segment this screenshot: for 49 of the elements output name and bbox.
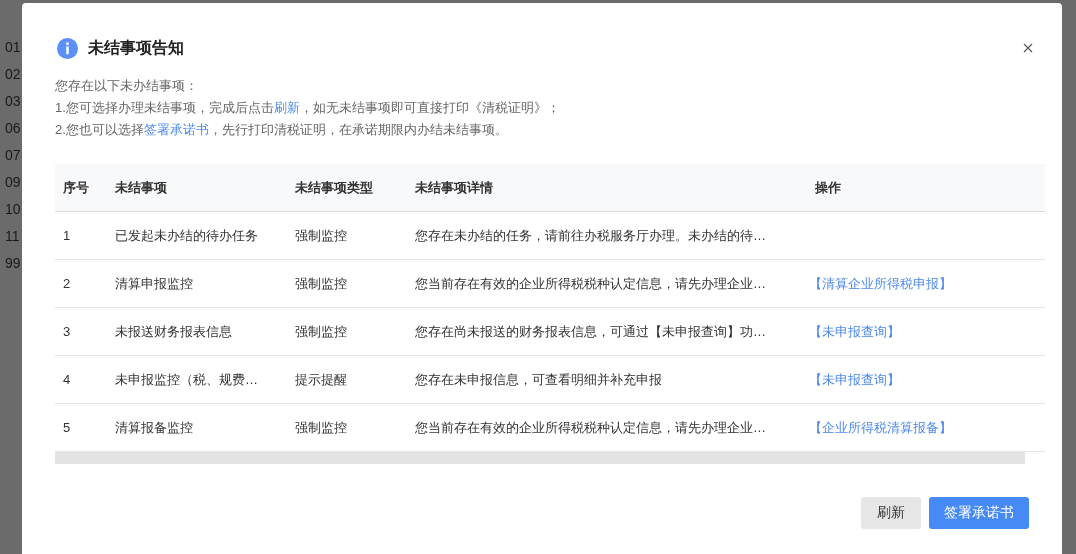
table-cell-text: 5: [62, 420, 72, 435]
table-cell-text: 1: [62, 228, 72, 243]
column-header: 未结事项类型: [295, 178, 374, 197]
table-cell-text: 您存在尚未报送的财务报表信息，可通过【未申报查询】功…: [415, 322, 767, 341]
table-cell-text: 清算申报监控: [115, 274, 194, 293]
background-text: 10: [5, 200, 21, 218]
action-link[interactable]: 【清算企业所得税申报】: [809, 275, 952, 291]
notice-text: 您存在以下未办结事项：: [55, 77, 199, 95]
background-text: 07: [5, 146, 21, 164]
table-cell-text: 强制监控: [295, 226, 348, 245]
dialog-title: 未结事项告知: [88, 37, 184, 58]
table-cell-text: 未申报监控（税、规费…: [115, 370, 259, 389]
notice-link[interactable]: 刷新: [273, 100, 300, 115]
notice-text: 2.您也可以选择签署承诺书，先行打印清税证明，在承诺期限内办结未结事项。: [55, 121, 509, 139]
table-cell-text: 2: [62, 276, 72, 291]
background-text: 09: [5, 173, 21, 191]
table-cell-text: 您当前存在有效的企业所得税税种认定信息，请先办理企业…: [415, 274, 767, 293]
action-link[interactable]: 【未申报查询】: [809, 371, 900, 387]
notice-link[interactable]: 签署承诺书: [143, 122, 209, 137]
background-text: 02: [5, 65, 21, 83]
background-text: 01: [5, 38, 21, 56]
notice-text: 1.您可选择办理未结事项，完成后点击刷新，如无未结事项即可直接打印《清税证明》；: [55, 99, 561, 117]
table-cell-text: 4: [62, 372, 72, 387]
background-text: 06: [5, 119, 21, 137]
horizontal-scrollbar[interactable]: [55, 452, 1025, 464]
background-text: 11: [5, 227, 20, 245]
table-cell-text: 您存在未办结的任务，请前往办税服务厅办理。未办结的待…: [415, 226, 767, 245]
close-button[interactable]: [1021, 41, 1035, 55]
refresh-button[interactable]: 刷新: [861, 497, 921, 529]
table-cell-text: 您当前存在有效的企业所得税税种认定信息，请先办理企业…: [415, 418, 767, 437]
column-header: 操作: [815, 178, 842, 197]
table-cell-text: 您存在未申报信息，可查看明细并补充申报: [415, 370, 663, 389]
table-cell-text: 强制监控: [295, 418, 348, 437]
table-cell-text: 强制监控: [295, 274, 348, 293]
table-cell-text: 已发起未办结的待办任务: [115, 226, 259, 245]
action-link[interactable]: 【未申报查询】: [809, 323, 900, 339]
column-header: 未结事项: [115, 178, 168, 197]
column-header: 未结事项详情: [415, 178, 494, 197]
table-cell-text: 未报送财务报表信息: [115, 322, 233, 341]
info-icon: [57, 37, 78, 59]
column-header: 序号: [62, 178, 90, 197]
table-cell-text: 清算报备监控: [115, 418, 194, 437]
background-text: 03: [5, 92, 21, 110]
background-text: 99: [5, 254, 21, 272]
table-cell-text: 强制监控: [295, 322, 348, 341]
table-cell-text: 3: [62, 324, 72, 339]
table-cell-text: 提示提醒: [295, 370, 348, 389]
action-link[interactable]: 【企业所得税清算报备】: [809, 419, 952, 435]
sign-button[interactable]: 签署承诺书: [929, 497, 1029, 529]
